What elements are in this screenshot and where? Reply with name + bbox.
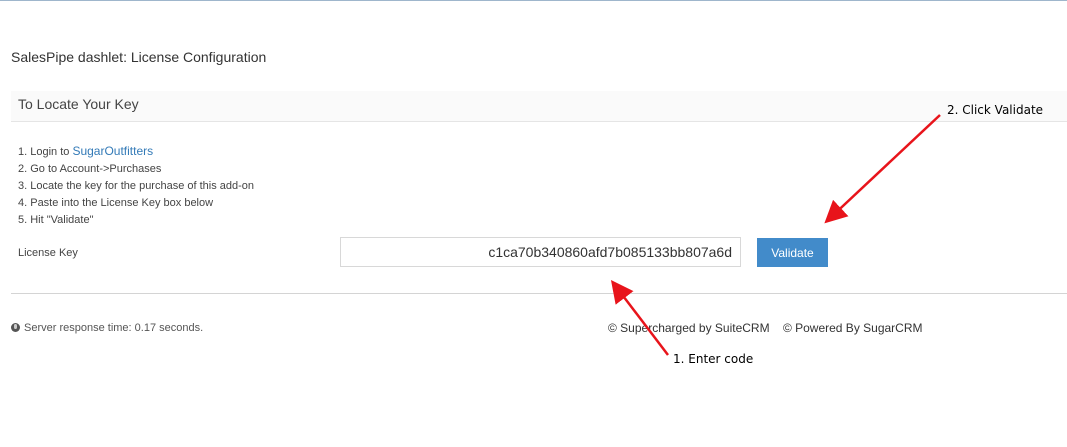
globe-icon bbox=[11, 323, 20, 332]
powered-credit: © Powered By SugarCRM bbox=[782, 321, 923, 335]
panel-heading: To Locate Your Key bbox=[18, 96, 139, 112]
top-border bbox=[0, 0, 1067, 1]
license-key-label: License Key bbox=[18, 247, 78, 259]
panel-header: To Locate Your Key bbox=[11, 91, 1067, 122]
footer-credits: © Supercharged by SuiteCRM © Powered By … bbox=[608, 321, 923, 335]
step-4: 4. Paste into the License Key box below bbox=[18, 197, 214, 209]
supercharged-credit: © Supercharged by SuiteCRM bbox=[608, 321, 770, 335]
server-response-text: Server response time: 0.17 seconds. bbox=[24, 322, 204, 334]
step-1-text: 1. Login to bbox=[18, 146, 73, 158]
validate-button[interactable]: Validate bbox=[757, 238, 828, 267]
instructions-list: 1. Login to SugarOutfitters 2. Go to Acc… bbox=[18, 143, 254, 229]
step-2: 2. Go to Account->Purchases bbox=[18, 163, 162, 175]
license-panel: To Locate Your Key 1. Login to SugarOutf… bbox=[11, 91, 1067, 294]
step-3: 3. Locate the key for the purchase of th… bbox=[18, 180, 255, 192]
page-title: SalesPipe dashlet: License Configuration bbox=[11, 49, 267, 65]
annotation-enter-code: 1. Enter code bbox=[673, 352, 754, 366]
step-1: 1. Login to SugarOutfitters bbox=[18, 143, 254, 161]
arrow-to-input bbox=[610, 280, 669, 356]
sugaroutfitters-link[interactable]: SugarOutfitters bbox=[72, 144, 153, 158]
step-5: 5. Hit "Validate" bbox=[18, 214, 94, 226]
annotation-click-validate: 2. Click Validate bbox=[947, 103, 1044, 117]
license-key-input[interactable] bbox=[340, 237, 741, 267]
panel-divider bbox=[11, 293, 1067, 294]
server-response: Server response time: 0.17 seconds. bbox=[11, 322, 203, 334]
